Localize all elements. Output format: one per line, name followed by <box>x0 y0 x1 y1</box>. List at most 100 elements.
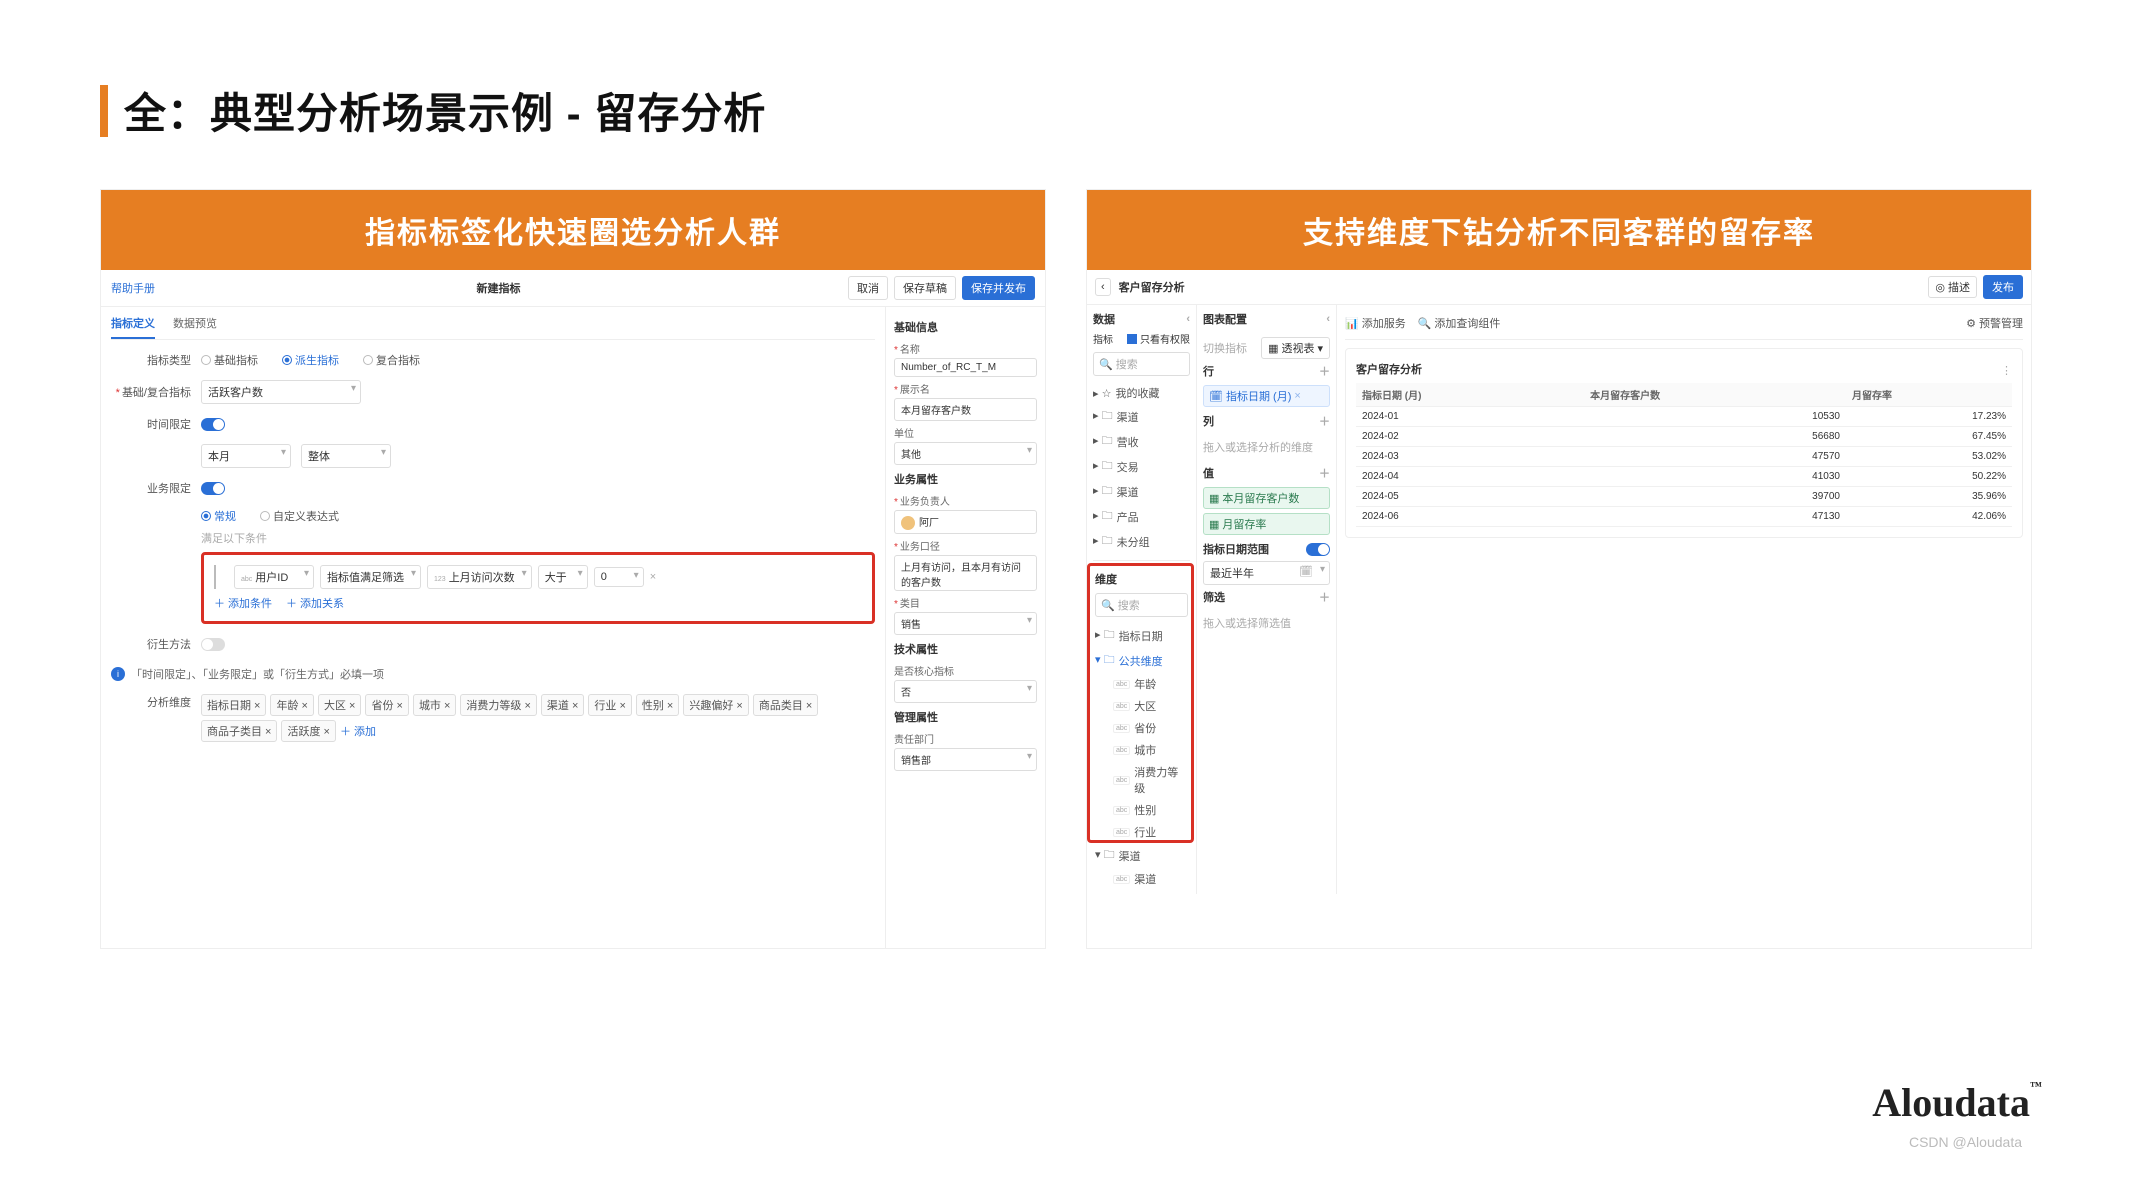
biz-toggle[interactable] <box>201 482 225 495</box>
add-filter-icon[interactable]: ＋ <box>1319 589 1330 605</box>
panel-right-header: 支持维度下钻分析不同客群的留存率 <box>1087 190 2031 270</box>
time-whole-select[interactable]: 整体 <box>301 444 391 468</box>
add-component-link[interactable]: 🔍 添加查询组件 <box>1418 315 1501 331</box>
tab-define[interactable]: 指标定义 <box>111 315 155 339</box>
avatar-icon <box>901 516 915 530</box>
row-chip[interactable]: 🗓 指标日期 (月) × <box>1203 385 1330 407</box>
save-draft-button[interactable]: 保存草稿 <box>894 276 956 300</box>
add-val-icon[interactable]: ＋ <box>1319 465 1330 481</box>
collapse-icon[interactable]: ‹ <box>1326 313 1330 325</box>
publish-button[interactable]: 发布 <box>1983 275 2023 299</box>
th-date[interactable]: 指标日期 (月) <box>1356 383 1584 407</box>
help-link[interactable]: 帮助手册 <box>111 280 155 296</box>
desc-button[interactable]: ◎ 描述 <box>1928 276 1977 298</box>
tree-camp[interactable]: ▸ 🗀 营收 <box>1093 429 1190 454</box>
filter-h: 筛选 <box>1203 589 1225 605</box>
dim-tag[interactable]: 消费力等级 × <box>460 694 536 716</box>
dim-add-link[interactable]: ＋ 添加 <box>340 720 376 742</box>
th-rate[interactable]: 月留存率 <box>1846 383 2012 407</box>
disp-input[interactable]: 本月留存客户数 <box>894 398 1037 421</box>
chart-type-select[interactable]: ▦ 透视表 ▾ <box>1261 337 1330 359</box>
base-metric-select[interactable]: 活跃客户数 <box>201 380 361 404</box>
radio-composite[interactable]: 复合指标 <box>363 352 420 368</box>
owner-input[interactable]: 阿厂 <box>894 510 1037 534</box>
radio-basic[interactable]: 基础指标 <box>201 352 258 368</box>
dim-tag[interactable]: 省份 × <box>365 694 408 716</box>
disp-label: 展示名 <box>894 381 1037 396</box>
tree-uncat[interactable]: ▸ 🗀 未分组 <box>1093 529 1190 554</box>
more-icon[interactable]: ⋮ <box>2001 364 2012 377</box>
dim-tag[interactable]: 年龄 × <box>270 694 313 716</box>
filter-hint: 拖入或选择筛选值 <box>1203 609 1330 637</box>
cat-select[interactable]: 销售 <box>894 612 1037 635</box>
tree-fav[interactable]: ▸ ☆ 我的收藏 <box>1093 382 1190 404</box>
slide-title: 全：典型分析场景示例 - 留存分析 <box>124 80 766 141</box>
core-select[interactable]: 否 <box>894 680 1037 703</box>
unit-select[interactable]: 其他 <box>894 442 1037 465</box>
val-h: 值 <box>1203 465 1214 481</box>
dim-tag[interactable]: 城市 × <box>413 694 456 716</box>
dim-tag[interactable]: 商品子类目 × <box>201 720 277 742</box>
tree-prod[interactable]: ▸ 🗀 产品 <box>1093 504 1190 529</box>
core-label: 是否核心指标 <box>894 663 1037 678</box>
name-input[interactable]: Number_of_RC_T_M <box>894 358 1037 377</box>
add-service-link[interactable]: 📊 添加服务 <box>1345 315 1406 331</box>
radio-derived[interactable]: 派生指标 <box>282 352 339 368</box>
add-row-icon[interactable]: ＋ <box>1319 363 1330 379</box>
val-chip-rate[interactable]: ▦ 月留存率 <box>1203 513 1330 535</box>
dim-tag[interactable]: 活跃度 × <box>281 720 335 742</box>
add-relation-link[interactable]: ＋ 添加关系 <box>286 595 344 611</box>
slide-title-bar: 全：典型分析场景示例 - 留存分析 <box>100 80 2032 141</box>
val-chip-count[interactable]: ▦ 本月留存客户数 <box>1203 487 1330 509</box>
biz-radio-expr[interactable]: 自定义表达式 <box>260 508 339 524</box>
collapse-icon[interactable]: ‹ <box>1186 313 1190 325</box>
range-toggle[interactable] <box>1306 543 1330 556</box>
cond-op-select[interactable]: 大于 <box>538 565 588 589</box>
add-condition-link[interactable]: ＋ 添加条件 <box>214 595 272 611</box>
cond-metric-select[interactable]: 指标值满足筛选 <box>320 565 421 589</box>
cond-user-select[interactable]: abc用户ID <box>234 565 314 589</box>
dim-tag[interactable]: 商品类目 × <box>753 694 818 716</box>
cancel-button[interactable]: 取消 <box>848 276 888 300</box>
range-select[interactable]: 最近半年 🗓 <box>1203 561 1330 585</box>
owner-label: 业务负责人 <box>894 493 1037 508</box>
cond-remove-icon[interactable]: × <box>650 571 656 583</box>
dim-tag[interactable]: 大区 × <box>318 694 361 716</box>
auth-checkbox[interactable] <box>1127 334 1137 344</box>
name-label: 名称 <box>894 341 1037 356</box>
label-dim: 分析维度 <box>111 694 191 710</box>
dim-tag[interactable]: 渠道 × <box>541 694 584 716</box>
tree-channel2[interactable]: ▸ 🗀 渠道 <box>1093 479 1190 504</box>
tab-preview[interactable]: 数据预览 <box>173 315 217 339</box>
cond-visits-select[interactable]: 123上月访问次数 <box>427 565 532 589</box>
derive-toggle[interactable] <box>201 638 225 651</box>
back-button[interactable]: ‹ <box>1095 278 1111 296</box>
biz-radio-normal[interactable]: 常规 <box>201 508 236 524</box>
publish-button[interactable]: 保存并发布 <box>962 276 1035 300</box>
alert-link[interactable]: ⚙ 预警管理 <box>1966 315 2023 331</box>
dim-tag[interactable]: 性别 × <box>636 694 679 716</box>
time-toggle[interactable] <box>201 418 225 431</box>
table-row: 2024-044103050.22% <box>1356 467 2012 487</box>
retention-table: 指标日期 (月) 本月留存客户数 月留存率 2024-011053017.23%… <box>1356 383 2012 527</box>
dim-group-channel[interactable]: ▾ 🗀 渠道 <box>1095 843 1188 868</box>
label-derive: 衍生方法 <box>111 636 191 652</box>
table-row: 2024-011053017.23% <box>1356 407 2012 427</box>
cond-val-input[interactable]: 0 <box>594 567 644 587</box>
add-col-icon[interactable]: ＋ <box>1319 413 1330 429</box>
tree-trade[interactable]: ▸ 🗀 交易 <box>1093 454 1190 479</box>
caliber-input[interactable]: 上月有访问，且本月有访问的客户数 <box>894 555 1037 591</box>
dim-tag[interactable]: 行业 × <box>588 694 631 716</box>
dept-select[interactable]: 销售部 <box>894 748 1037 771</box>
time-month-select[interactable]: 本月 <box>201 444 291 468</box>
brand-logo: Aloudata™ <box>1872 1079 2042 1126</box>
dim-tag[interactable]: 兴趣偏好 × <box>683 694 748 716</box>
dimension-highlight <box>1087 563 1194 843</box>
dim-tag[interactable]: 指标日期 × <box>201 694 266 716</box>
page-title: 客户留存分析 <box>1119 279 1185 295</box>
dim-item[interactable]: 渠道 <box>1095 868 1188 890</box>
tree-channel[interactable]: ▸ 🗀 渠道 <box>1093 404 1190 429</box>
th-count[interactable]: 本月留存客户数 <box>1584 383 1846 407</box>
table-title: 客户留存分析 <box>1356 361 1422 377</box>
metric-search-input[interactable]: 🔍 搜索 <box>1093 352 1190 376</box>
